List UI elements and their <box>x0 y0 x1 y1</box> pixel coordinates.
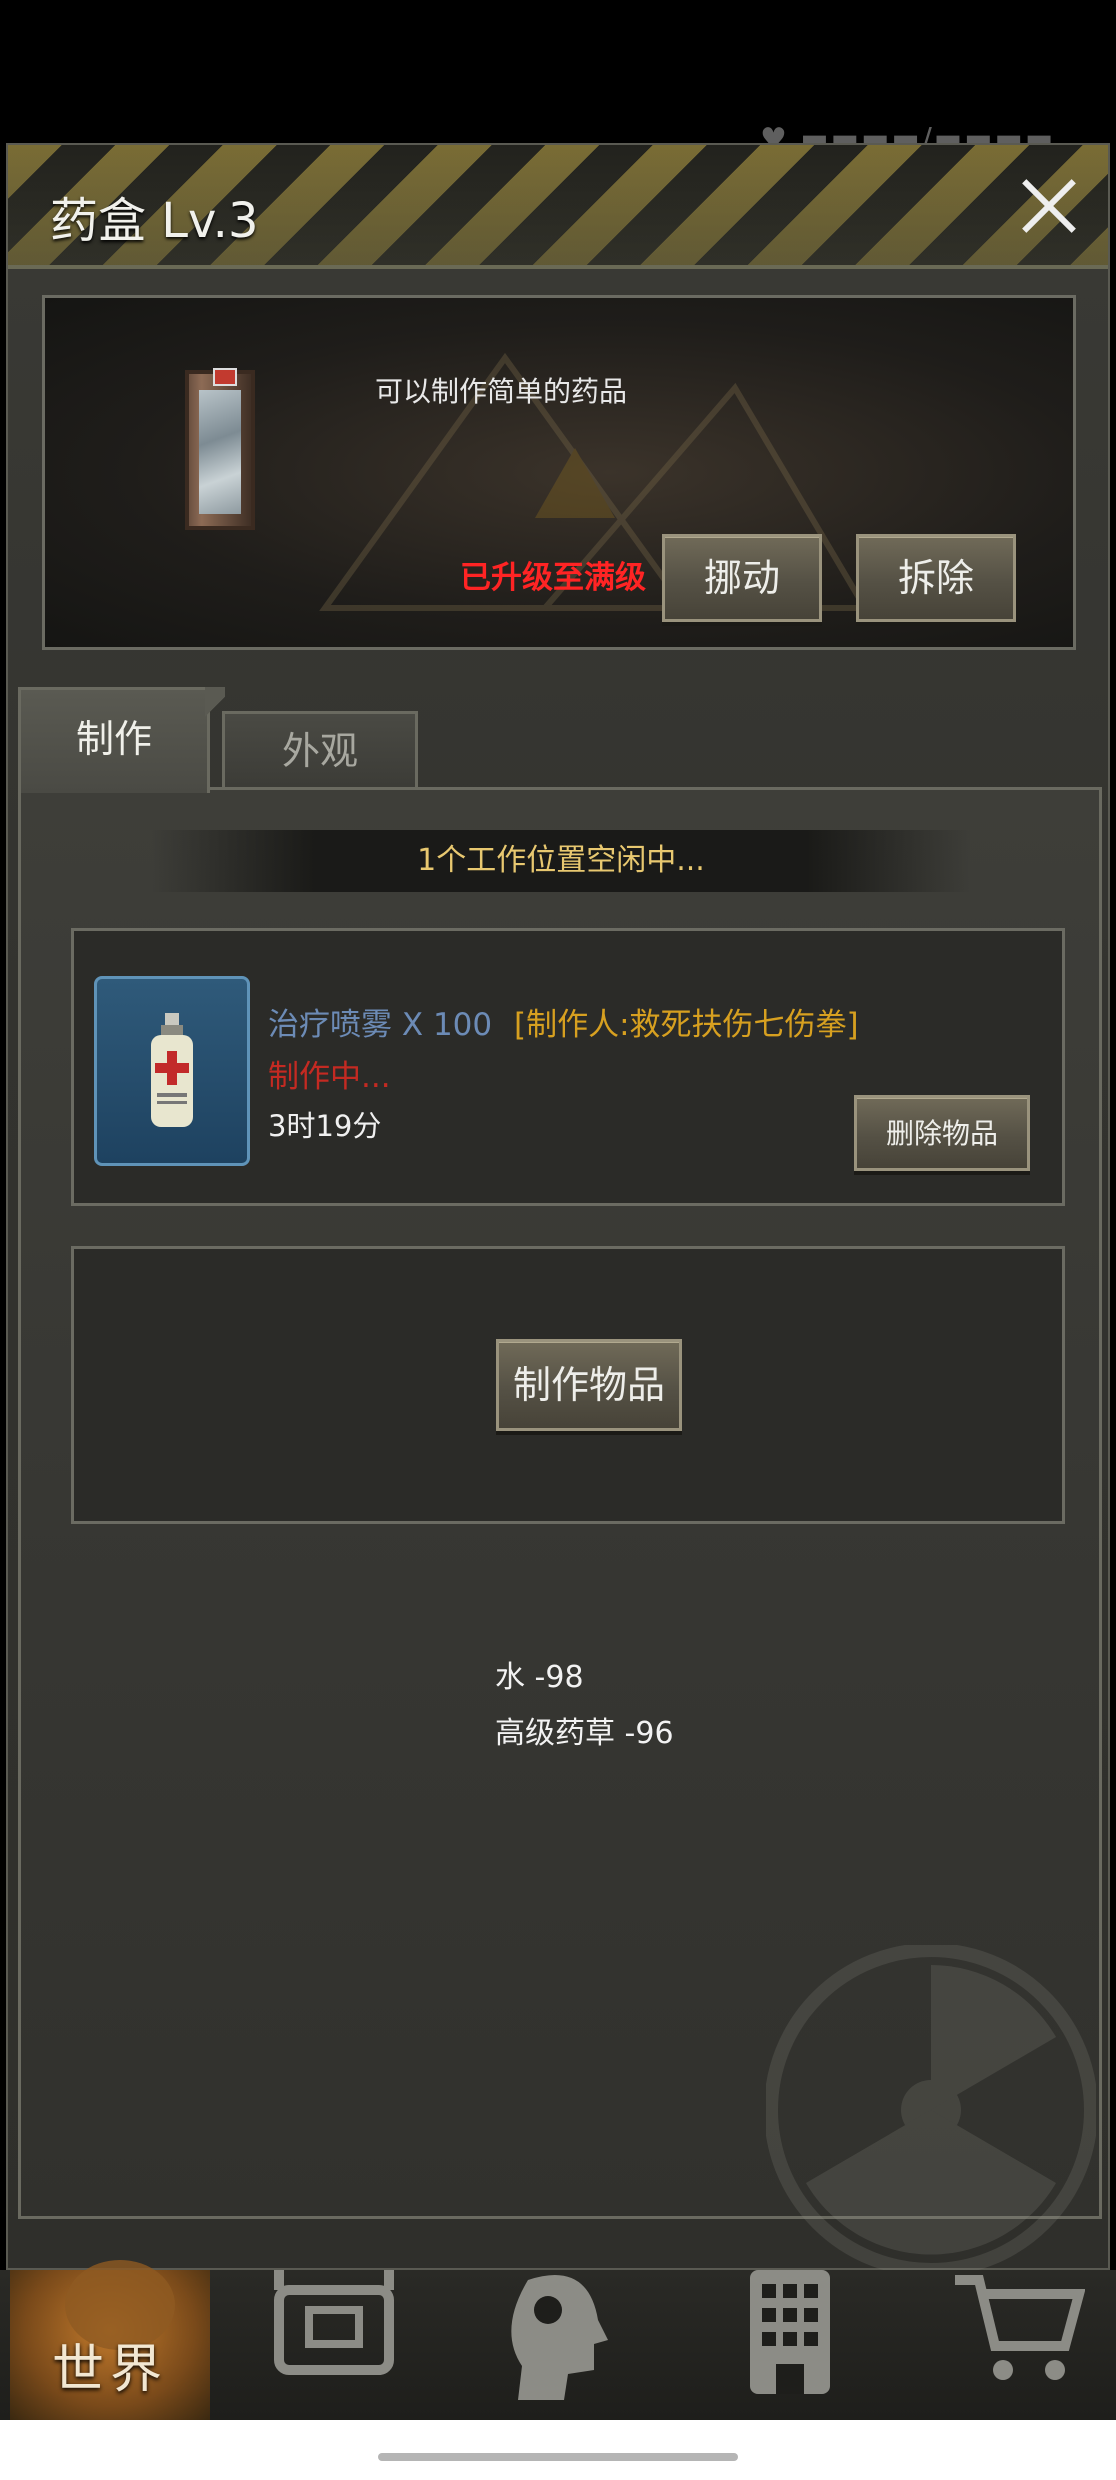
building-info-panel: 可以制作简单的药品 已升级至满级 挪动 拆除 <box>42 295 1076 650</box>
head-gear-icon <box>458 2270 658 2422</box>
remove-button[interactable]: 拆除 <box>856 534 1016 622</box>
title-bar: 药盒 Lv.3 <box>8 145 1108 269</box>
nav-world[interactable]: 世界 <box>10 2260 210 2420</box>
empty-craft-slot: 制作物品 <box>71 1246 1065 1524</box>
delete-item-button[interactable]: 删除物品 <box>854 1095 1030 1171</box>
bottom-navigation: 世界 <box>0 2260 1116 2420</box>
craft-queue-item: 治疗喷雾 X 100 [制作人:救死扶伤七伤拳] 制作中... 3时19分 删除… <box>71 928 1065 1206</box>
tab-craft[interactable]: 制作 <box>18 687 225 793</box>
system-nav-bar <box>0 2420 1116 2480</box>
tab-appearance[interactable]: 外观 <box>222 711 418 791</box>
medicine-box-image <box>185 368 255 530</box>
building-description: 可以制作简单的药品 <box>375 375 628 408</box>
item-name: 治疗喷雾 X 100 <box>268 1007 493 1043</box>
max-level-status: 已升级至满级 <box>460 560 646 596</box>
radiation-watermark-icon <box>766 1945 1096 2275</box>
backpack-icon <box>234 2270 434 2412</box>
home-indicator[interactable] <box>378 2453 738 2461</box>
crafting-status: 制作中... <box>268 1059 391 1095</box>
craft-item-button[interactable]: 制作物品 <box>496 1339 682 1431</box>
nav-backpack[interactable] <box>234 2270 434 2420</box>
item-maker: [制作人:救死扶伤七伤拳] <box>514 1007 859 1043</box>
nav-world-label: 世界 <box>51 2340 168 2400</box>
dialog-title: 药盒 Lv.3 <box>50 193 259 249</box>
time-remaining: 3时19分 <box>268 1109 382 1143</box>
slot-status-banner: 1个工作位置空闲中... <box>151 830 971 892</box>
cost-water: 水 -98 <box>495 1660 584 1695</box>
cart-icon <box>920 2270 1116 2412</box>
craft-panel: 1个工作位置空闲中... 治疗喷雾 X 100 [制作人:救死扶伤七伤拳] 制作… <box>18 787 1102 2275</box>
spray-bottle-icon <box>94 976 250 1166</box>
nav-character[interactable] <box>458 2270 658 2420</box>
building-dialog: 药盒 Lv.3 可以制作简单的药品 已升级至满级 挪动 拆除 外观 制作 1个工… <box>6 143 1110 2275</box>
close-icon[interactable] <box>1018 175 1078 235</box>
nav-shop[interactable] <box>920 2270 1116 2420</box>
nav-buildings[interactable] <box>690 2270 890 2420</box>
status-bar <box>0 0 1116 140</box>
move-button[interactable]: 挪动 <box>662 534 822 622</box>
building-icon <box>690 2270 890 2422</box>
cost-herb: 高级药草 -96 <box>495 1716 674 1751</box>
